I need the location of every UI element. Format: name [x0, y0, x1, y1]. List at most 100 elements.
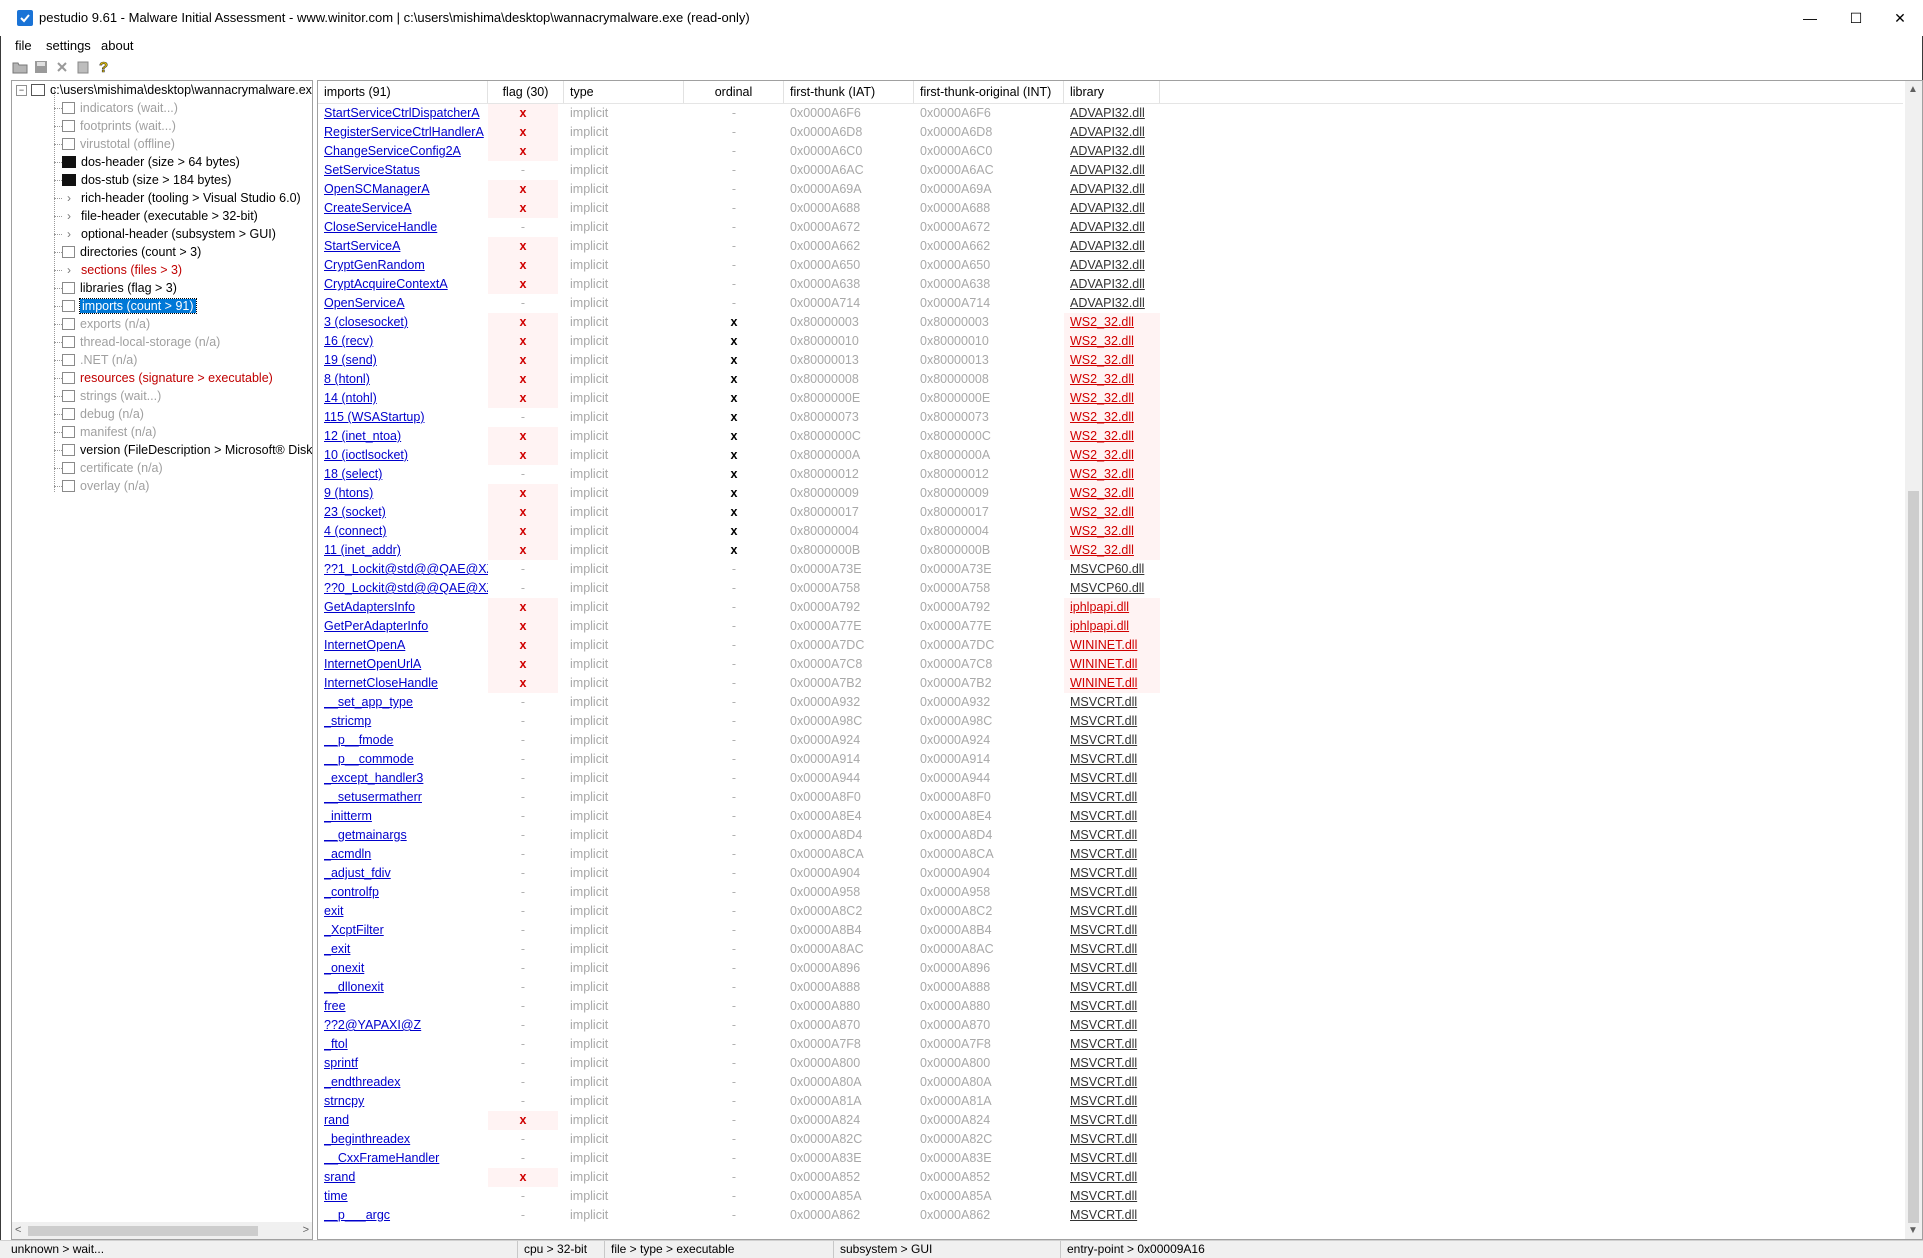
library-link[interactable]: WS2_32.dll: [1064, 351, 1160, 370]
table-row[interactable]: 14 (ntohl) x implicit x 0x8000000E 0x8000000E…: [318, 389, 1903, 408]
import-name-link[interactable]: ??2@YAPAXI@Z: [324, 1016, 488, 1035]
library-link[interactable]: MSVCRT.dll: [1064, 750, 1160, 769]
import-name-link[interactable]: sprintf: [324, 1054, 488, 1073]
import-name-link[interactable]: __CxxFrameHandler: [324, 1149, 488, 1168]
expander-icon[interactable]: ›: [62, 192, 76, 204]
table-row[interactable]: CryptGenRandom x implicit - 0x0000A650 0x0000…: [318, 256, 1903, 275]
table-row[interactable]: __p__fmode - implicit - 0x0000A924 0x0000A924…: [318, 731, 1903, 750]
import-name-link[interactable]: free: [324, 997, 488, 1016]
library-link[interactable]: ADVAPI32.dll: [1064, 123, 1160, 142]
import-name-link[interactable]: _controlfp: [324, 883, 488, 902]
menu-about[interactable]: about: [101, 38, 134, 53]
table-row[interactable]: InternetOpenA x implicit - 0x0000A7DC 0x0000A…: [318, 636, 1903, 655]
import-name-link[interactable]: _acmdln: [324, 845, 488, 864]
library-link[interactable]: WININET.dll: [1064, 655, 1160, 674]
library-link[interactable]: MSVCRT.dll: [1064, 1168, 1160, 1187]
library-link[interactable]: WS2_32.dll: [1064, 503, 1160, 522]
import-name-link[interactable]: __set_app_type: [324, 693, 488, 712]
library-link[interactable]: ADVAPI32.dll: [1064, 142, 1160, 161]
tree-item[interactable]: dos-stub (size > 184 bytes): [54, 171, 231, 189]
table-row[interactable]: ChangeServiceConfig2A x implicit - 0x0000A6C…: [318, 142, 1903, 161]
header-type[interactable]: type: [564, 81, 684, 103]
table-row[interactable]: 19 (send) x implicit x 0x80000013 0x80000013 W…: [318, 351, 1903, 370]
import-name-link[interactable]: CryptGenRandom: [324, 256, 488, 275]
table-row[interactable]: __p__commode - implicit - 0x0000A914 0x0000A9…: [318, 750, 1903, 769]
tree-item[interactable]: indicators (wait...): [54, 99, 178, 117]
table-row[interactable]: OpenServiceA - implicit - 0x0000A714 0x0000A7…: [318, 294, 1903, 313]
tree-item[interactable]: overlay (n/a): [54, 477, 149, 495]
table-row[interactable]: 3 (closesocket) x implicit x 0x80000003 0x800…: [318, 313, 1903, 332]
table-row[interactable]: exit - implicit - 0x0000A8C2 0x0000A8C2 MSVCRT…: [318, 902, 1903, 921]
collapse-icon[interactable]: −: [16, 84, 27, 96]
library-link[interactable]: WS2_32.dll: [1064, 427, 1160, 446]
table-row[interactable]: ??1_Lockit@std@@QAE@XZ - implicit - 0x0000A7…: [318, 560, 1903, 579]
header-iat[interactable]: first-thunk (IAT): [784, 81, 914, 103]
import-name-link[interactable]: StartServiceA: [324, 237, 488, 256]
table-row[interactable]: 10 (ioctlsocket) x implicit x 0x8000000A 0x80…: [318, 446, 1903, 465]
tree-item[interactable]: version (FileDescription > Microsoft® Di…: [54, 441, 312, 459]
import-name-link[interactable]: _endthreadex: [324, 1073, 488, 1092]
open-folder-icon[interactable]: [11, 58, 29, 76]
expander-icon[interactable]: ›: [62, 264, 76, 276]
import-name-link[interactable]: 18 (select): [324, 465, 488, 484]
library-link[interactable]: MSVCRT.dll: [1064, 1149, 1160, 1168]
import-name-link[interactable]: __p__commode: [324, 750, 488, 769]
table-row[interactable]: _exit - implicit - 0x0000A8AC 0x0000A8AC MSVCR…: [318, 940, 1903, 959]
table-row[interactable]: srand x implicit - 0x0000A852 0x0000A852 MSVCR…: [318, 1168, 1903, 1187]
expander-icon[interactable]: ›: [62, 228, 76, 240]
import-name-link[interactable]: 11 (inet_addr): [324, 541, 488, 560]
import-name-link[interactable]: InternetOpenA: [324, 636, 488, 655]
library-link[interactable]: MSVCRT.dll: [1064, 788, 1160, 807]
import-name-link[interactable]: _adjust_fdiv: [324, 864, 488, 883]
library-link[interactable]: MSVCRT.dll: [1064, 902, 1160, 921]
table-row[interactable]: CryptAcquireContextA x implicit - 0x0000A638…: [318, 275, 1903, 294]
import-name-link[interactable]: GetAdaptersInfo: [324, 598, 488, 617]
library-link[interactable]: WININET.dll: [1064, 636, 1160, 655]
scroll-thumb[interactable]: [28, 1226, 258, 1236]
library-link[interactable]: MSVCP60.dll: [1064, 560, 1160, 579]
library-link[interactable]: ADVAPI32.dll: [1064, 199, 1160, 218]
import-name-link[interactable]: _beginthreadex: [324, 1130, 488, 1149]
library-link[interactable]: WS2_32.dll: [1064, 465, 1160, 484]
table-row[interactable]: _controlfp - implicit - 0x0000A958 0x0000A958…: [318, 883, 1903, 902]
library-link[interactable]: ADVAPI32.dll: [1064, 104, 1160, 123]
table-row[interactable]: 11 (inet_addr) x implicit x 0x8000000B 0x8000…: [318, 541, 1903, 560]
tree-item[interactable]: certificate (n/a): [54, 459, 163, 477]
tree-item[interactable]: directories (count > 3): [54, 243, 201, 261]
table-row[interactable]: _XcptFilter - implicit - 0x0000A8B4 0x0000A8B…: [318, 921, 1903, 940]
table-row[interactable]: StartServiceA x implicit - 0x0000A662 0x0000A…: [318, 237, 1903, 256]
table-row[interactable]: 16 (recv) x implicit x 0x80000010 0x80000010 W…: [318, 332, 1903, 351]
import-name-link[interactable]: 12 (inet_ntoa): [324, 427, 488, 446]
library-link[interactable]: WS2_32.dll: [1064, 541, 1160, 560]
import-name-link[interactable]: __p___argc: [324, 1206, 488, 1225]
library-link[interactable]: MSVCRT.dll: [1064, 693, 1160, 712]
import-name-link[interactable]: _stricmp: [324, 712, 488, 731]
library-link[interactable]: MSVCRT.dll: [1064, 921, 1160, 940]
tree-item[interactable]: debug (n/a): [54, 405, 144, 423]
table-row[interactable]: free - implicit - 0x0000A880 0x0000A880 MSVCRT…: [318, 997, 1903, 1016]
header-int[interactable]: first-thunk-original (INT): [914, 81, 1064, 103]
library-link[interactable]: WS2_32.dll: [1064, 408, 1160, 427]
import-name-link[interactable]: exit: [324, 902, 488, 921]
menu-settings[interactable]: settings: [46, 38, 91, 53]
library-link[interactable]: MSVCRT.dll: [1064, 883, 1160, 902]
table-row[interactable]: __getmainargs - implicit - 0x0000A8D4 0x0000A…: [318, 826, 1903, 845]
import-name-link[interactable]: 16 (recv): [324, 332, 488, 351]
library-link[interactable]: WS2_32.dll: [1064, 313, 1160, 332]
import-name-link[interactable]: _ftol: [324, 1035, 488, 1054]
library-link[interactable]: MSVCRT.dll: [1064, 826, 1160, 845]
library-link[interactable]: ADVAPI32.dll: [1064, 294, 1160, 313]
help-icon[interactable]: ?: [95, 58, 113, 76]
import-name-link[interactable]: _except_handler3: [324, 769, 488, 788]
import-name-link[interactable]: 14 (ntohl): [324, 389, 488, 408]
header-library[interactable]: library: [1064, 81, 1160, 103]
library-link[interactable]: ADVAPI32.dll: [1064, 161, 1160, 180]
table-row[interactable]: GetAdaptersInfo x implicit - 0x0000A792 0x000…: [318, 598, 1903, 617]
import-name-link[interactable]: CreateServiceA: [324, 199, 488, 218]
library-link[interactable]: WS2_32.dll: [1064, 446, 1160, 465]
table-row[interactable]: sprintf - implicit - 0x0000A800 0x0000A800 MSV…: [318, 1054, 1903, 1073]
table-row[interactable]: _except_handler3 - implicit - 0x0000A944 0x00…: [318, 769, 1903, 788]
tree-item[interactable]: strings (wait...): [54, 387, 161, 405]
table-row[interactable]: 9 (htons) x implicit x 0x80000009 0x80000009 W…: [318, 484, 1903, 503]
scroll-up-icon[interactable]: ▲: [1908, 84, 1918, 95]
